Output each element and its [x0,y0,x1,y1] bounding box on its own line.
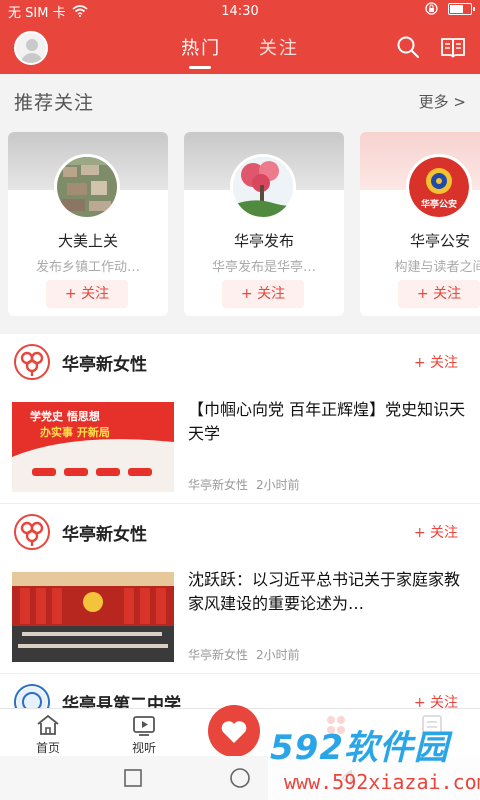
women-federation-logo-icon[interactable] [14,514,50,550]
app-header: 热门 关注 [0,22,480,74]
school-logo-icon[interactable] [14,684,50,710]
card-follow-button[interactable]: + 关注 [398,280,480,308]
news-source-name[interactable]: 华亭县第二中学 [62,690,181,711]
news-meta-time: 2小时前 [256,478,300,492]
news-meta-time: 2小时前 [256,648,300,662]
active-tab-indicator [189,66,212,69]
news-source-name[interactable]: 华亭新女性 [62,350,147,375]
recommend-card[interactable]: 华亭公安 华亭公安 构建与读者之间 + 关注 [360,132,480,316]
tab-hot[interactable]: 热门 [181,34,222,69]
card-name: 华亭公安 [409,232,470,250]
card-logo [230,154,296,220]
news-item[interactable]: 华亭新女性 + 关注 学党史 悟思想 办实事 开新局 【巾帼心向党 百年正辉煌】… [0,334,480,504]
recommend-title: 推荐关注 [14,92,95,114]
news-source-name[interactable]: 华亭新女性 [62,520,147,545]
news-title[interactable]: 【巾帼心向党 百年正辉煌】党史知识天天学 [188,398,468,446]
battery-icon [448,2,475,15]
video-icon [133,716,155,736]
center-heart-icon [208,705,260,757]
recommend-cards: 大美上关 发布乡镇工作动… + 关注 华亭发布 华亭发布是华亭… + 关注 华亭… [8,132,480,316]
recommend-section: 推荐关注 更多 > 大美上关 发布乡镇工作动… + 关注 华亭发布 华亭发布是华… [0,74,480,332]
source-follow-button[interactable]: + 关注 [414,352,458,372]
search-icon[interactable] [396,35,420,59]
news-thumbnail[interactable] [12,572,174,662]
news-source-row: 华亭新女性 + 关注 [14,514,466,550]
home-icon [37,714,59,735]
card-follow-button[interactable]: + 关注 [222,280,304,308]
news-meta-source: 华亭新女性 [188,648,249,662]
nav-home-label: 首页 [35,741,60,755]
recommend-card[interactable]: 大美上关 发布乡镇工作动… + 关注 [8,132,168,316]
tab-hot-label: 热门 [181,38,222,59]
news-feed: 华亭新女性 + 关注 学党史 悟思想 办实事 开新局 【巾帼心向党 百年正辉煌】… [0,334,480,710]
nav-video-label: 视听 [131,741,156,755]
watermark-title: 592软件园 [270,728,449,768]
police-badge-text: 华亭公安 [420,200,457,210]
status-time: 14:30 [221,3,259,19]
news-item[interactable]: 华亭新女性 + 关注 沈跃跃：以习近平总书记关于家庭家教家风建设的重要论述为… … [0,504,480,674]
card-name: 大美上关 [57,232,118,250]
town-aerial-image [57,157,117,217]
news-meta: 华亭新女性 2小时前 [188,476,300,493]
reading-icon[interactable] [440,35,466,59]
more-link[interactable]: 更多 > [419,91,466,112]
status-bar: 无 SIM 卡 14:30 [0,0,480,22]
card-desc: 华亭发布是华亭… [211,260,316,275]
news-meta-source: 华亭新女性 [188,478,249,492]
news-title[interactable]: 沈跃跃：以习近平总书记关于家庭家教家风建设的重要论述为… [188,568,468,616]
nav-home[interactable]: 首页 [0,709,96,756]
card-desc: 发布乡镇工作动… [35,260,140,275]
status-right [425,2,475,15]
news-source-row: 华亭新女性 + 关注 [14,344,466,380]
recommend-header: 推荐关注 更多 > [14,88,466,115]
thumb-slogan-2: 办实事 开新局 [40,426,110,439]
tab-follow-label: 关注 [258,38,299,59]
news-meta: 华亭新女性 2小时前 [188,646,300,663]
flower-tree-image [233,157,293,217]
app-root: 无 SIM 卡 14:30 热门 关注 推荐关注 更多 > 大美上关 发布乡镇工… [0,0,480,800]
card-name: 华亭发布 [233,232,294,250]
card-logo [54,154,120,220]
site-watermark: 592软件园 www.592xiazai.com [268,712,480,800]
header-icons [396,35,466,59]
lock-rotation-icon [425,2,438,15]
watermark-url: www.592xiazai.com [284,770,480,794]
card-follow-button[interactable]: + 关注 [46,280,128,308]
source-follow-button[interactable]: + 关注 [414,522,458,542]
nav-video[interactable]: 视听 [96,709,192,756]
recommend-card[interactable]: 华亭发布 华亭发布是华亭… + 关注 [184,132,344,316]
thumb-slogan-1: 学党史 悟思想 [30,410,100,423]
card-desc: 构建与读者之间 [394,260,480,275]
recent-apps-icon[interactable] [123,768,143,788]
tab-follow[interactable]: 关注 [259,34,299,60]
card-logo: 华亭公安 [406,154,472,220]
news-thumbnail[interactable]: 学党史 悟思想 办实事 开新局 [12,402,174,492]
women-federation-logo-icon[interactable] [14,344,50,380]
home-circle-icon[interactable] [229,767,251,789]
